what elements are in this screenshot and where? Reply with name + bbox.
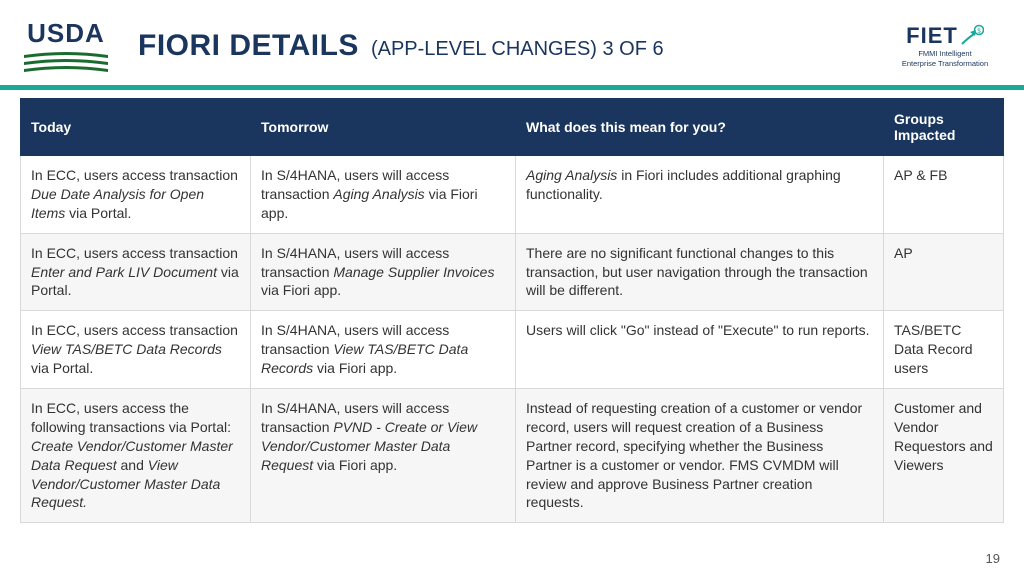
page-subtitle: (APP-LEVEL CHANGES) 3 OF 6 <box>371 38 664 61</box>
cell-groups: TAS/BETC Data Record users <box>884 311 1004 389</box>
cell-today: In ECC, users access transaction View TA… <box>21 311 251 389</box>
cell-meaning: Aging Analysis in Fiori includes additio… <box>516 156 884 234</box>
slide-header: USDA FIORI DETAILS (APP-LEVEL CHANGES) 3… <box>0 0 1024 85</box>
cell-tomorrow: In S/4HANA, users will access transactio… <box>251 311 516 389</box>
title-block: FIORI DETAILS (APP-LEVEL CHANGES) 3 OF 6 <box>128 29 870 63</box>
table-row: In ECC, users access the following trans… <box>21 389 1004 523</box>
col-header-tomorrow: Tomorrow <box>251 99 516 156</box>
col-header-today: Today <box>21 99 251 156</box>
table-container: Today Tomorrow What does this mean for y… <box>0 98 1024 523</box>
fiet-logo: FIET $ FMMI Intelligent Enterprise Trans… <box>890 23 1000 68</box>
usda-logo: USDA <box>24 18 108 73</box>
cell-today: In ECC, users access the following trans… <box>21 389 251 523</box>
usda-logo-text: USDA <box>27 18 105 49</box>
table-row: In ECC, users access transaction View TA… <box>21 311 1004 389</box>
cell-groups: AP & FB <box>884 156 1004 234</box>
cell-today: In ECC, users access transaction Enter a… <box>21 233 251 311</box>
table-header-row: Today Tomorrow What does this mean for y… <box>21 99 1004 156</box>
page-number: 19 <box>986 551 1000 566</box>
fiet-subtitle-2: Enterprise Transformation <box>890 60 1000 68</box>
usda-logo-stripes-icon <box>24 51 108 73</box>
cell-today: In ECC, users access transaction Due Dat… <box>21 156 251 234</box>
fiet-subtitle-1: FMMI Intelligent <box>890 50 1000 58</box>
col-header-groups: Groups Impacted <box>884 99 1004 156</box>
header-divider <box>0 85 1024 90</box>
cell-tomorrow: In S/4HANA, users will access transactio… <box>251 233 516 311</box>
cell-meaning: Users will click "Go" instead of "Execut… <box>516 311 884 389</box>
page-title: FIORI DETAILS <box>138 29 359 63</box>
table-row: In ECC, users access transaction Enter a… <box>21 233 1004 311</box>
col-header-meaning: What does this mean for you? <box>516 99 884 156</box>
fiet-arrow-icon: $ <box>960 24 984 48</box>
cell-meaning: Instead of requesting creation of a cust… <box>516 389 884 523</box>
cell-tomorrow: In S/4HANA, users will access transactio… <box>251 389 516 523</box>
cell-meaning: There are no significant functional chan… <box>516 233 884 311</box>
fiet-logo-text: FIET <box>906 23 958 49</box>
cell-tomorrow: In S/4HANA, users will access transactio… <box>251 156 516 234</box>
changes-table: Today Tomorrow What does this mean for y… <box>20 98 1004 523</box>
cell-groups: Customer and Vendor Requestors and Viewe… <box>884 389 1004 523</box>
cell-groups: AP <box>884 233 1004 311</box>
table-row: In ECC, users access transaction Due Dat… <box>21 156 1004 234</box>
